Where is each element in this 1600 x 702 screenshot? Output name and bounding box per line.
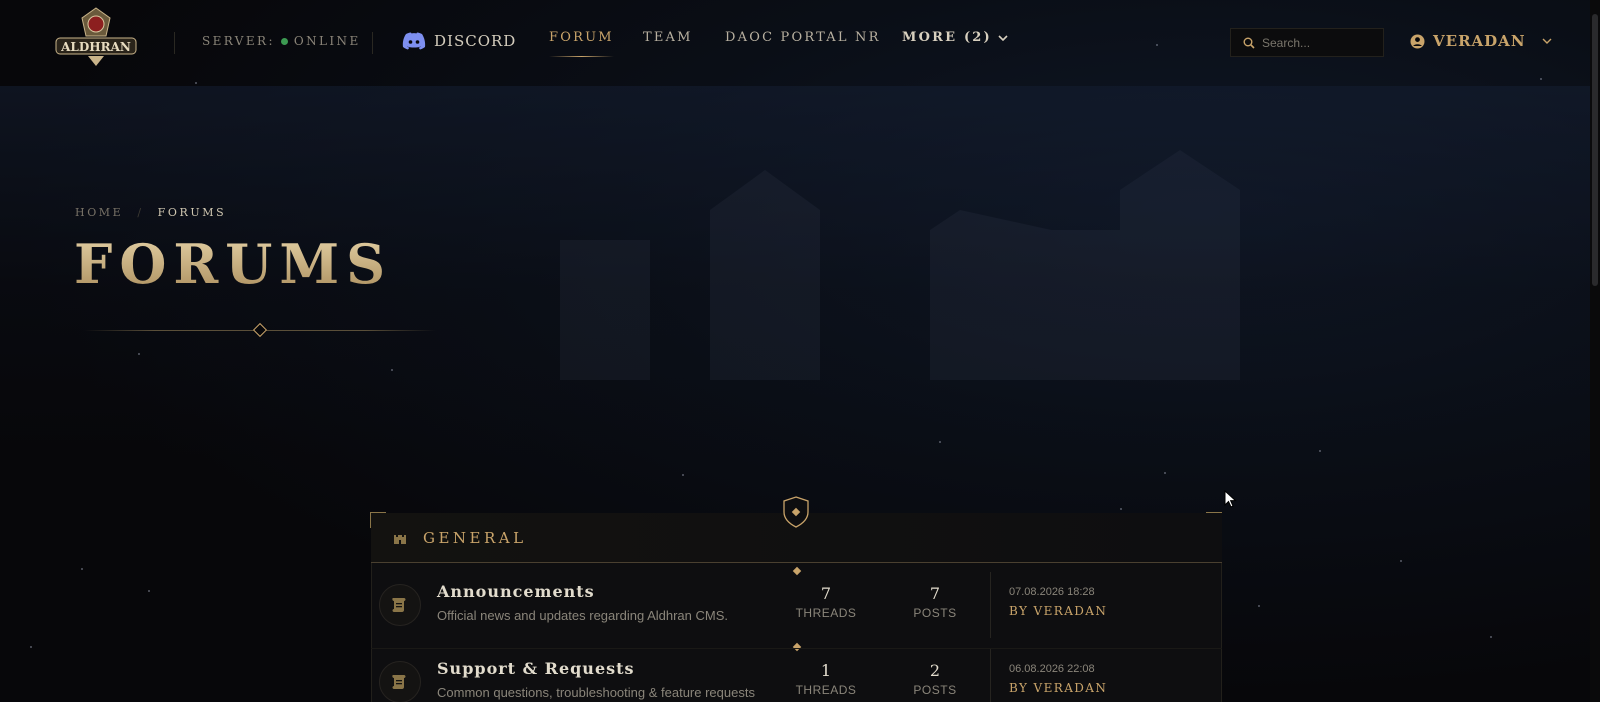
column-divider (990, 572, 991, 638)
breadcrumb: HOME / FORUMS (75, 206, 226, 219)
nav-discord-label: DISCORD (434, 32, 517, 50)
chevron-down-icon (998, 34, 1008, 41)
page-title: FORUMS (74, 232, 393, 296)
star (138, 353, 140, 355)
star (1490, 636, 1492, 638)
castle-icon (394, 534, 406, 544)
star (1400, 560, 1402, 562)
forum-icon-badge (379, 661, 421, 702)
user-menu[interactable]: VERADAN (1410, 32, 1552, 50)
castle-silhouette (560, 150, 1240, 380)
nav-more-label: MORE (2) (902, 30, 992, 45)
scroll-icon (392, 598, 406, 612)
forum-description: Common questions, troubleshooting & feat… (437, 685, 755, 700)
post-count-value: 2 (929, 661, 941, 680)
nav-team[interactable]: TEAM (643, 30, 693, 45)
online-dot-icon (280, 37, 288, 45)
shield-icon (783, 496, 809, 528)
star (1120, 508, 1122, 510)
thread-count: 7 THREADS (791, 584, 861, 620)
user-icon (1410, 34, 1425, 48)
post-count: 2 POSTS (900, 661, 970, 697)
thread-count-label: THREADS (795, 683, 857, 697)
star (1319, 450, 1321, 452)
nav-divider (372, 32, 373, 54)
discord-icon (402, 32, 426, 50)
nav-daoc-portal[interactable]: DAOC PORTAL NR (725, 30, 881, 45)
thread-count-label: THREADS (795, 606, 857, 620)
star (148, 590, 150, 592)
search-box[interactable] (1230, 28, 1384, 57)
post-count-label: POSTS (913, 606, 957, 620)
column-divider (990, 649, 991, 702)
forum-row[interactable]: Support & Requests Common questions, tro… (371, 648, 1222, 702)
last-post-date: 07.08.2026 18:28 (1009, 586, 1095, 598)
search-input[interactable] (1262, 35, 1372, 50)
breadcrumb-current: FORUMS (157, 206, 227, 219)
chevron-down-icon (1542, 38, 1552, 44)
thread-count: 1 THREADS (791, 661, 861, 697)
star (939, 441, 941, 443)
svg-text:ALDHRAN: ALDHRAN (60, 40, 131, 54)
server-status-text: ONLINE (293, 34, 361, 48)
search-icon (1243, 37, 1255, 49)
nav-forum[interactable]: FORUM (549, 30, 614, 57)
nav-more-dropdown[interactable]: MORE (2) (902, 30, 1008, 45)
page-scrollbar[interactable] (1590, 0, 1600, 702)
last-post-info[interactable]: 06.08.2026 22:08 BY VERADAN (1009, 663, 1107, 695)
logo-emblem-icon: ALDHRAN (55, 7, 137, 66)
scrollbar-thumb[interactable] (1592, 14, 1598, 286)
star (81, 568, 83, 570)
scroll-icon (392, 675, 406, 689)
category-title: GENERAL (423, 528, 527, 547)
server-status: SERVER: ONLINE (202, 34, 361, 48)
forum-icon-badge (379, 584, 421, 626)
forum-description: Official news and updates regarding Aldh… (437, 608, 728, 623)
last-post-author[interactable]: BY VERADAN (1009, 681, 1107, 695)
post-count-value: 7 (929, 584, 941, 603)
nav-discord[interactable]: DISCORD (402, 32, 516, 50)
post-count-label: POSTS (913, 683, 957, 697)
star (1164, 472, 1166, 474)
breadcrumb-separator: / (137, 206, 144, 219)
breadcrumb-home[interactable]: HOME (75, 206, 123, 219)
last-post-date: 06.08.2026 22:08 (1009, 663, 1095, 675)
forum-row[interactable]: Announcements Official news and updates … (371, 572, 1222, 648)
post-count: 7 POSTS (900, 584, 970, 620)
server-label: SERVER: (202, 34, 275, 48)
last-post-author[interactable]: BY VERADAN (1009, 604, 1107, 618)
last-post-info[interactable]: 07.08.2026 18:28 BY VERADAN (1009, 586, 1107, 618)
page: ALDHRAN SERVER: ONLINE DISCORD FORUM TEA… (0, 0, 1600, 702)
mouse-cursor-icon (1224, 490, 1237, 508)
star (682, 474, 684, 476)
user-name: VERADAN (1433, 32, 1526, 50)
site-logo[interactable]: ALDHRAN (52, 6, 140, 66)
star (391, 369, 393, 371)
top-navigation: ALDHRAN SERVER: ONLINE DISCORD FORUM TEA… (0, 0, 1600, 86)
forum-name[interactable]: Support & Requests (437, 659, 635, 678)
star (30, 646, 32, 648)
forum-name[interactable]: Announcements (437, 582, 595, 601)
star (1258, 605, 1260, 607)
thread-count-value: 1 (820, 661, 832, 680)
thread-count-value: 7 (820, 584, 832, 603)
nav-divider (174, 32, 175, 54)
